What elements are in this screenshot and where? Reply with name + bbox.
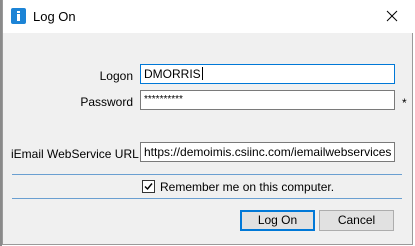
service-url-input[interactable]: https://demoimis.csiinc.com/iemailwebser… — [140, 142, 395, 162]
log-on-dialog: Log On Logon DMORRIS Password **********… — [2, 0, 414, 245]
window-title: Log On — [33, 9, 76, 24]
required-marker: * — [402, 96, 407, 110]
checkmark-icon — [144, 183, 153, 191]
info-icon — [11, 8, 26, 24]
remember-label[interactable]: Remember me on this computer. — [160, 180, 334, 194]
log-on-button[interactable]: Log On — [240, 210, 315, 231]
separator-bottom — [12, 198, 402, 199]
logon-label: Logon — [99, 69, 133, 83]
text-caret — [201, 67, 203, 80]
logon-value: DMORRIS — [144, 67, 201, 81]
separator-top — [12, 174, 402, 175]
close-button[interactable] — [370, 0, 414, 33]
password-label: Password — [80, 95, 133, 109]
password-input[interactable]: ********** — [140, 90, 395, 110]
service-url-value: https://demoimis.csiinc.com/iemailwebser… — [144, 145, 392, 159]
cancel-button[interactable]: Cancel — [319, 210, 394, 231]
service-url-label: iEmail WebService URL — [11, 147, 139, 161]
password-value: ********** — [144, 94, 183, 105]
title-bar: Log On — [3, 0, 414, 33]
close-icon — [386, 10, 398, 22]
remember-checkbox[interactable] — [142, 180, 155, 193]
logon-input[interactable]: DMORRIS — [140, 64, 395, 84]
